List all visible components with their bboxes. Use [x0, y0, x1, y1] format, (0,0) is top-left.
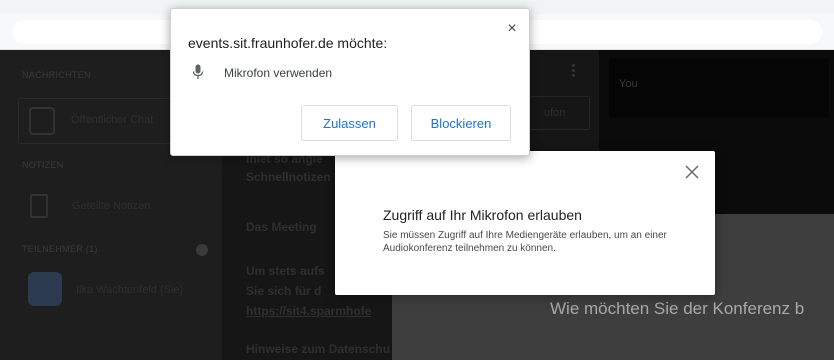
chat-line: Das Meeting [246, 220, 317, 234]
close-icon[interactable] [683, 163, 701, 181]
chat-line: Schnellnotizen [246, 170, 331, 184]
chat-options-icon[interactable] [572, 64, 576, 78]
user-name[interactable]: Ilka Wachtenfeld (Sie) [76, 284, 183, 296]
permission-text: Mikrofon verwenden [224, 66, 333, 80]
users-section-label: TEILNEHMER (1) [22, 244, 98, 254]
permission-prompt: × events.sit.fraunhofer.de möchte: Mikro… [170, 8, 530, 156]
notes-icon [30, 194, 48, 218]
chat-line: Hinweise zum Datenschu [246, 342, 391, 356]
join-audio-title: Wie möchten Sie der Konferenz b [550, 299, 805, 318]
notice-title: Zugriff auf Ihr Mikrofon erlauben [383, 207, 582, 223]
messages-section-label: NACHRICHTEN [22, 70, 91, 80]
block-button[interactable]: Blockieren [411, 105, 511, 141]
avatar [28, 272, 62, 306]
allow-button[interactable]: Zulassen [301, 105, 398, 141]
gear-icon[interactable] [196, 244, 208, 256]
microphone-icon [192, 64, 204, 79]
chat-line: Um stets aufs [246, 264, 325, 278]
video-label: You [619, 78, 638, 90]
chat-line: Sie sich für d [246, 284, 322, 298]
chat-link[interactable]: https://sit4.sparmhofe [246, 304, 371, 318]
microphone-access-notice: Zugriff auf Ihr Mikrofon erlauben Sie mü… [335, 151, 715, 295]
close-icon[interactable]: × [504, 21, 520, 37]
public-chat-label: Öffentlicher Chat [71, 114, 154, 126]
chat-icon [29, 107, 55, 135]
shared-notes-item[interactable]: Geteilte Notizen [72, 200, 150, 212]
chat-header-text: ufon [544, 107, 566, 119]
notice-text: Sie müssen Zugriff auf Ihre Mediengeräte… [383, 230, 667, 254]
permission-origin-title: events.sit.fraunhofer.de möchte: [188, 35, 388, 51]
notes-section-label: NOTIZEN [22, 160, 64, 170]
webcam-strip [609, 58, 829, 118]
